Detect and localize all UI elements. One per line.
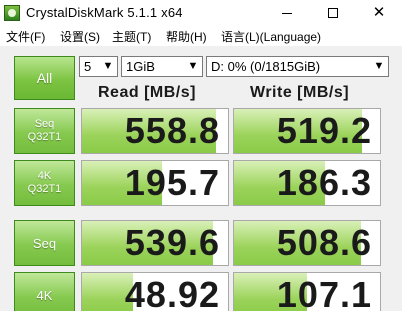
close-button[interactable]: ✕ — [356, 0, 402, 26]
test-size-select[interactable]: 1GiB ▼ — [121, 56, 203, 77]
run-all-button[interactable]: All — [14, 56, 75, 100]
row-label-line1: Seq — [32, 235, 57, 251]
test-count-select[interactable]: 5 ▼ — [79, 56, 118, 77]
chevron-down-icon: ▼ — [187, 60, 199, 72]
result-value: 539.6 — [124, 222, 220, 263]
seq-q32t1-read-result: 558.8 — [81, 108, 229, 154]
4k-read-result: 48.92 — [81, 272, 229, 311]
row-label-line1: Seq — [34, 118, 55, 130]
4k-write-result: 107.1 — [233, 272, 381, 311]
seq-button[interactable]: Seq — [14, 220, 75, 266]
row-label-line1: 4K — [37, 170, 52, 182]
write-column-header: Write [MB/s] — [250, 84, 350, 101]
result-value: 519.2 — [276, 110, 372, 151]
row-label-line2: Q32T1 — [27, 183, 62, 195]
result-value: 195.7 — [124, 162, 220, 203]
4k-q32t1-write-result: 186.3 — [233, 160, 381, 206]
menu-language[interactable]: 语言(L)(Language) — [221, 28, 321, 45]
seq-write-result: 508.6 — [233, 220, 381, 266]
title-bar: CrystalDiskMark 5.1.1 x64 ✕ — [0, 0, 402, 26]
drive-select[interactable]: D: 0% (0/1815GiB) ▼ — [206, 56, 389, 77]
result-value: 107.1 — [276, 274, 372, 311]
menu-theme[interactable]: 主题(T) — [112, 28, 151, 45]
result-value: 186.3 — [276, 162, 372, 203]
4k-button[interactable]: 4K — [14, 272, 75, 311]
row-label-line2: Q32T1 — [27, 131, 62, 143]
seq-q32t1-button[interactable]: Seq Q32T1 — [14, 108, 75, 154]
4k-q32t1-read-result: 195.7 — [81, 160, 229, 206]
menu-file[interactable]: 文件(F) — [6, 28, 45, 45]
minimize-icon — [282, 12, 292, 14]
seq-q32t1-write-result: 519.2 — [233, 108, 381, 154]
result-value: 508.6 — [276, 222, 372, 263]
crystaldiskmark-app-icon — [4, 5, 20, 21]
drive-value: D: 0% (0/1815GiB) — [211, 59, 321, 74]
result-value: 48.92 — [124, 274, 220, 311]
maximize-icon — [328, 8, 338, 19]
chevron-down-icon: ▼ — [102, 60, 114, 72]
maximize-button[interactable] — [310, 0, 356, 26]
test-count-value: 5 — [84, 59, 92, 74]
chevron-down-icon: ▼ — [373, 60, 385, 72]
menu-bar: 文件(F) 设置(S) 主题(T) 帮助(H) 语言(L)(Language) — [0, 26, 402, 46]
benchmark-panel: All 5 ▼ 1GiB ▼ D: 0% (0/1815GiB) ▼ Read … — [0, 46, 402, 311]
read-column-header: Read [MB/s] — [98, 84, 196, 101]
test-size-value: 1GiB — [126, 59, 155, 74]
close-icon: ✕ — [372, 4, 386, 21]
minimize-button[interactable] — [264, 0, 310, 26]
menu-help[interactable]: 帮助(H) — [166, 28, 207, 45]
seq-read-result: 539.6 — [81, 220, 229, 266]
result-value: 558.8 — [124, 110, 220, 151]
window-title: CrystalDiskMark 5.1.1 x64 — [26, 5, 183, 20]
menu-settings[interactable]: 设置(S) — [60, 28, 100, 45]
4k-q32t1-button[interactable]: 4K Q32T1 — [14, 160, 75, 206]
row-label-line1: 4K — [36, 287, 53, 303]
